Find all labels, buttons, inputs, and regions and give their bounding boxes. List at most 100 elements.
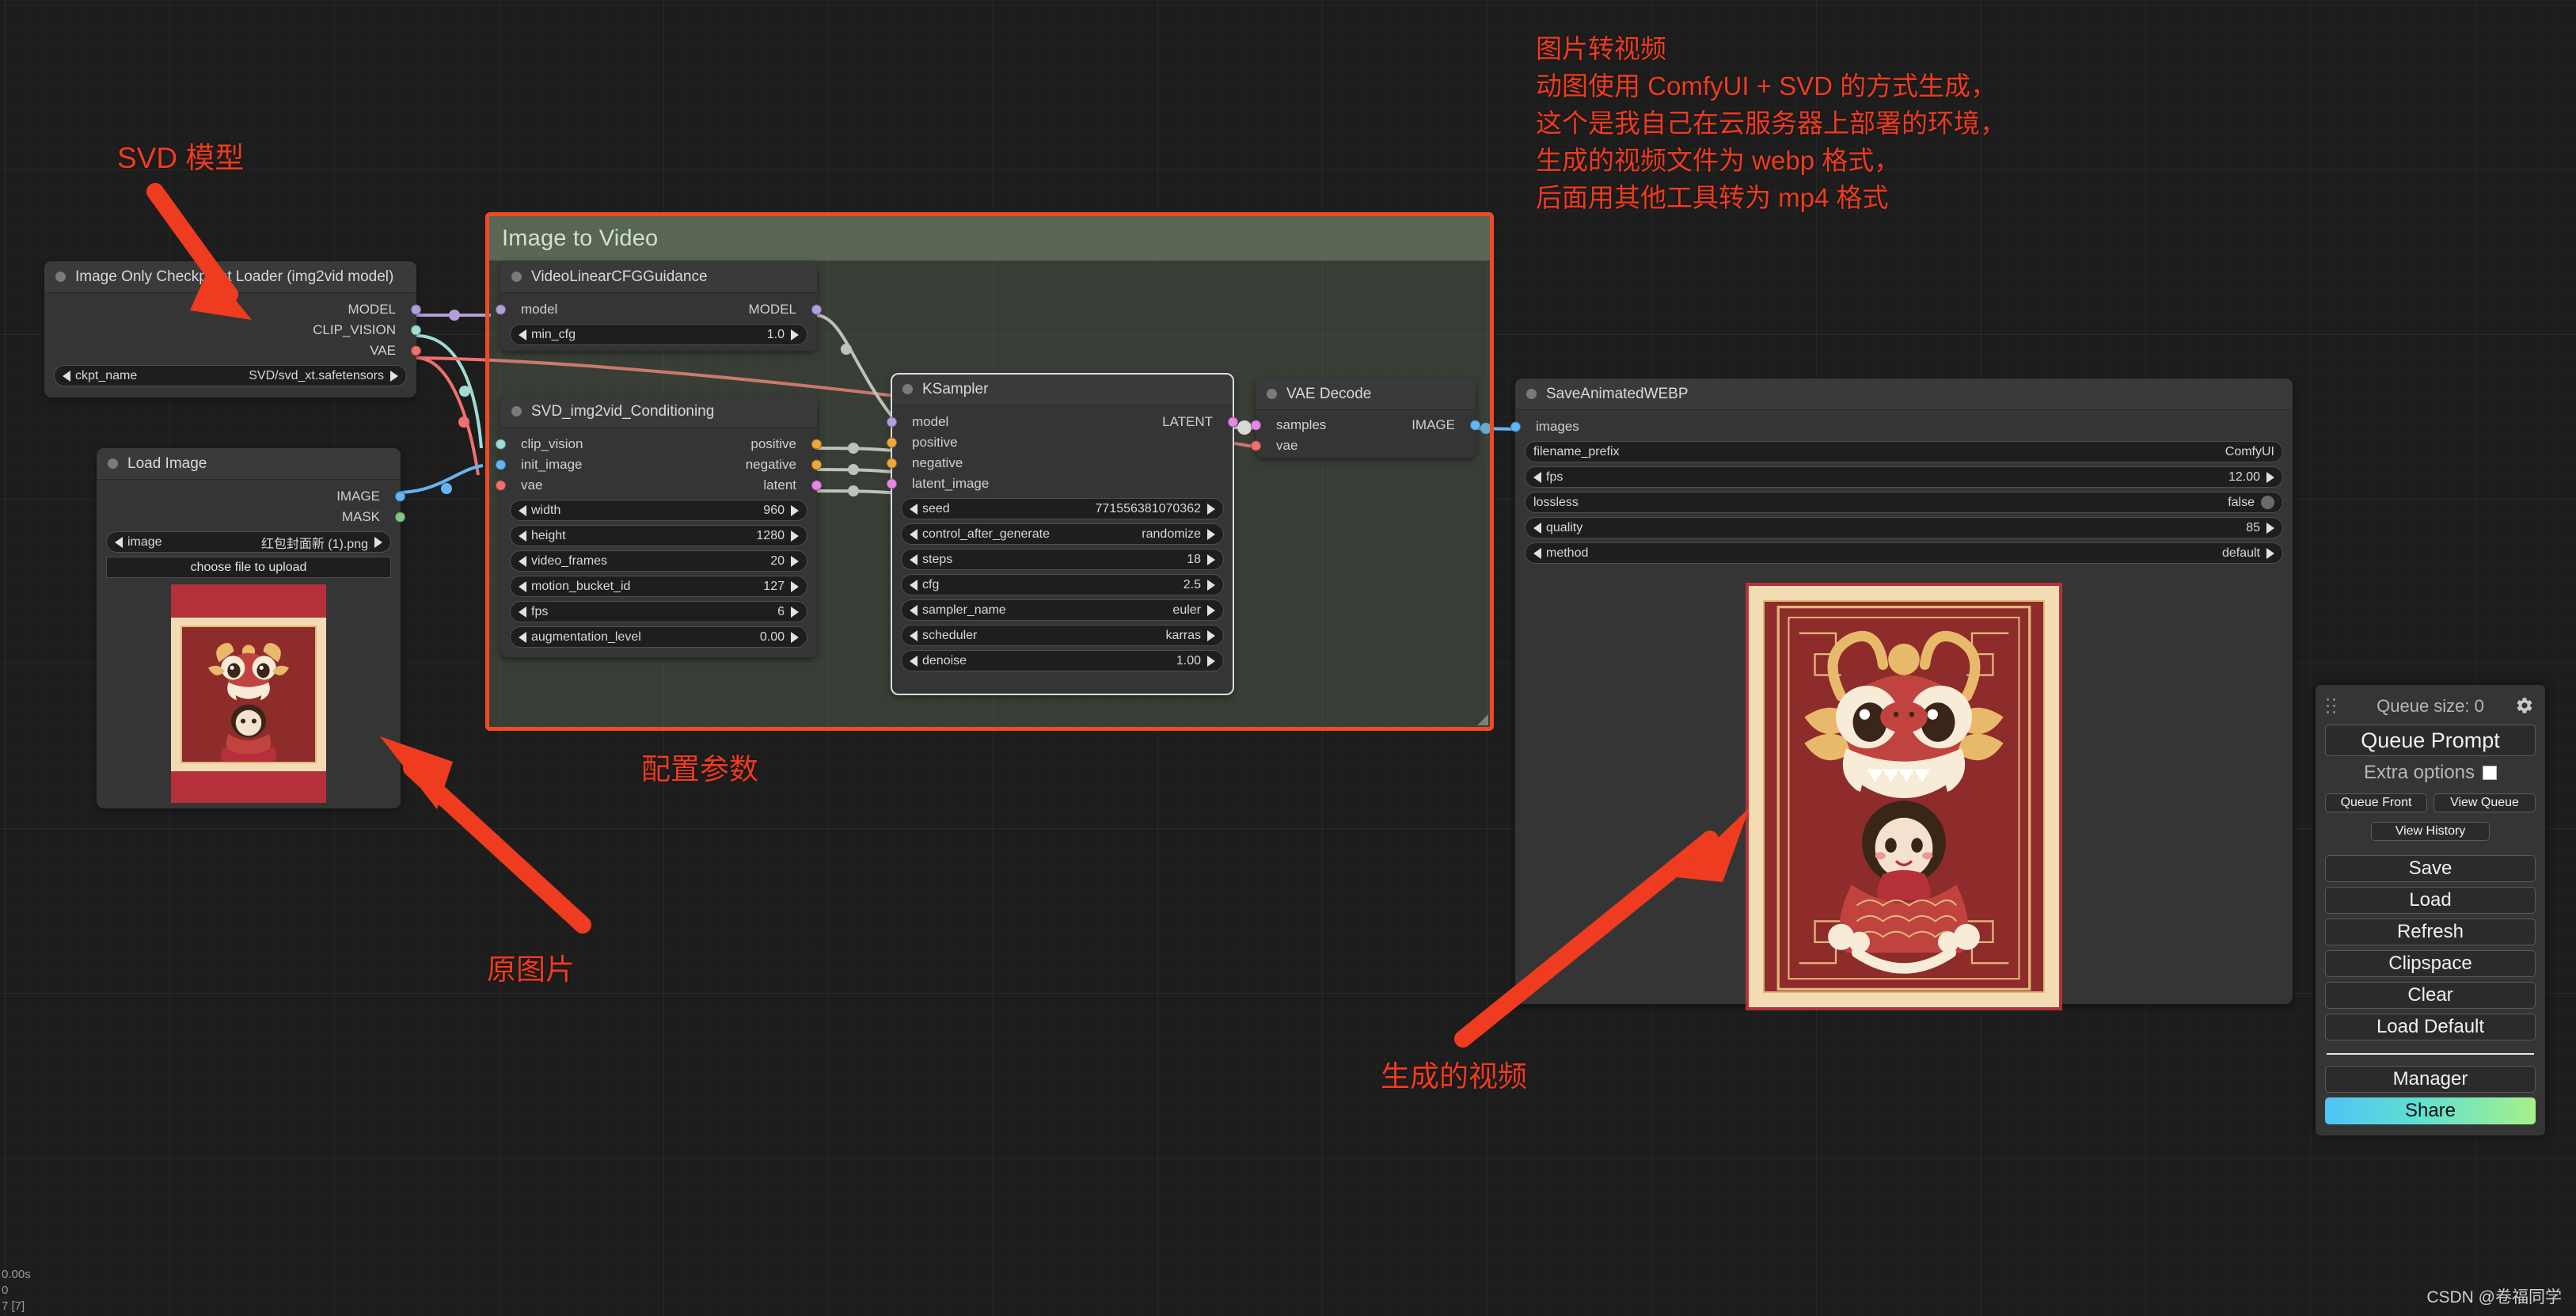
arrow-right-icon[interactable]	[2266, 522, 2274, 534]
node-title-bar[interactable]: SaveAnimatedWEBP	[1515, 378, 2293, 410]
slot-dot-icon[interactable]	[1228, 416, 1238, 428]
arrow-right-icon[interactable]	[390, 370, 398, 382]
widget-augmentation-level[interactable]: augmentation_level 0.00	[510, 626, 807, 648]
arrow-right-icon[interactable]	[791, 606, 799, 618]
clear-button[interactable]: Clear	[2325, 982, 2536, 1009]
node-title-bar[interactable]: VAE Decode	[1256, 378, 1476, 410]
input-slot-positive[interactable]: positive	[887, 432, 1233, 453]
manager-button[interactable]: Manager	[2325, 1066, 2536, 1093]
arrow-right-icon[interactable]	[791, 631, 799, 643]
slot-row-model-latent[interactable]: model LATENT	[887, 412, 1238, 432]
extra-options-checkbox[interactable]	[2483, 766, 2498, 780]
node-title-bar[interactable]: Image Only Checkpoint Loader (img2vid mo…	[44, 261, 416, 293]
widget-method[interactable]: method default	[1525, 542, 2283, 564]
collapse-dot-icon[interactable]	[1526, 389, 1537, 399]
node-video-linear-cfg-guidance[interactable]: VideoLinearCFGGuidance model MODEL min_c…	[496, 261, 822, 351]
collapse-dot-icon[interactable]	[511, 406, 522, 416]
arrow-left-icon[interactable]	[910, 528, 918, 540]
arrow-left-icon[interactable]	[910, 629, 918, 641]
extra-options-row[interactable]: Extra options	[2325, 762, 2536, 784]
arrow-left-icon[interactable]	[519, 606, 526, 618]
node-image-only-checkpoint-loader[interactable]: Image Only Checkpoint Loader (img2vid mo…	[44, 261, 421, 397]
collapse-dot-icon[interactable]	[511, 272, 522, 282]
refresh-button[interactable]: Refresh	[2325, 919, 2536, 945]
arrow-left-icon[interactable]	[910, 655, 918, 667]
widget-quality[interactable]: quality 85	[1525, 517, 2283, 538]
widget-control-after-generate[interactable]: control_after_generate randomize	[901, 523, 1224, 545]
arrow-left-icon[interactable]	[519, 631, 526, 643]
widget-steps[interactable]: steps 18	[901, 549, 1224, 570]
slot-dot-icon[interactable]	[496, 459, 506, 470]
widget-scheduler[interactable]: scheduler karras	[901, 625, 1224, 646]
slot-dot-icon[interactable]	[411, 304, 421, 315]
output-slot-image[interactable]: IMAGE	[97, 486, 405, 507]
widget-denoise[interactable]: denoise 1.00	[901, 650, 1224, 671]
arrow-left-icon[interactable]	[910, 553, 918, 565]
arrow-left-icon[interactable]	[1533, 471, 1541, 483]
node-ksampler[interactable]: KSampler model LATENT positive negative …	[887, 373, 1238, 695]
widget-height[interactable]: height 1280	[510, 525, 807, 546]
slot-dot-icon[interactable]	[1510, 421, 1521, 432]
view-history-button[interactable]: View History	[2371, 822, 2490, 841]
arrow-left-icon[interactable]	[115, 536, 123, 548]
widget-lossless[interactable]: lossless false	[1525, 492, 2283, 513]
view-queue-button[interactable]: View Queue	[2434, 793, 2536, 812]
arrow-left-icon[interactable]	[519, 504, 526, 516]
choose-file-to-upload-button[interactable]: choose file to upload	[106, 557, 391, 578]
arrow-left-icon[interactable]	[910, 579, 918, 591]
slot-dot-icon[interactable]	[1470, 420, 1480, 431]
arrow-left-icon[interactable]	[63, 370, 70, 382]
widget-webp-fps[interactable]: fps 12.00	[1525, 466, 2283, 488]
node-load-image[interactable]: Load Image IMAGE MASK image 红包封面新 (1).pn…	[97, 448, 405, 808]
slot-dot-icon[interactable]	[395, 512, 405, 523]
arrow-left-icon[interactable]	[519, 329, 526, 340]
slot-dot-icon[interactable]	[411, 345, 421, 356]
widget-filename-prefix[interactable]: filename_prefix ComfyUI	[1525, 441, 2283, 462]
widget-fps[interactable]: fps 6	[510, 601, 807, 622]
slot-row-clip-vision-positive[interactable]: clip_vision positive	[496, 434, 822, 455]
slot-dot-icon[interactable]	[811, 304, 822, 315]
collapse-dot-icon[interactable]	[108, 458, 118, 469]
arrow-right-icon[interactable]	[1207, 579, 1215, 591]
slot-dot-icon[interactable]	[887, 416, 897, 428]
arrow-right-icon[interactable]	[1207, 553, 1215, 565]
group-resize-handle[interactable]	[1477, 714, 1488, 725]
arrow-right-icon[interactable]	[1207, 655, 1215, 667]
drag-handle-icon[interactable]	[2327, 698, 2339, 714]
widget-cfg[interactable]: cfg 2.5	[901, 574, 1224, 595]
load-default-button[interactable]: Load Default	[2325, 1014, 2536, 1040]
arrow-right-icon[interactable]	[1207, 604, 1215, 616]
arrow-right-icon[interactable]	[1207, 528, 1215, 540]
slot-dot-icon[interactable]	[887, 458, 897, 469]
widget-width[interactable]: width 960	[510, 500, 807, 521]
arrow-right-icon[interactable]	[374, 536, 382, 548]
arrow-left-icon[interactable]	[519, 580, 526, 592]
comfyui-canvas[interactable]: Image to Video Image Only Checkpoint Loa…	[0, 0, 2576, 1316]
output-slot-model[interactable]: MODEL	[44, 299, 421, 320]
input-slot-images[interactable]: images	[1510, 416, 2293, 437]
slot-row-init-image-negative[interactable]: init_image negative	[496, 455, 822, 475]
slot-dot-icon[interactable]	[1251, 420, 1261, 431]
slot-row-samples-image[interactable]: samples IMAGE	[1251, 415, 1480, 435]
output-slot-clip-vision[interactable]: CLIP_VISION	[44, 320, 421, 340]
input-slot-latent-image[interactable]: latent_image	[887, 474, 1233, 494]
arrow-right-icon[interactable]	[2266, 471, 2274, 483]
queue-prompt-button[interactable]: Queue Prompt	[2325, 725, 2536, 756]
arrow-right-icon[interactable]	[791, 555, 799, 567]
widget-motion-bucket-id[interactable]: motion_bucket_id 127	[510, 576, 807, 597]
save-button[interactable]: Save	[2325, 855, 2536, 882]
arrow-right-icon[interactable]	[2266, 547, 2274, 559]
node-vae-decode[interactable]: VAE Decode samples IMAGE vae	[1251, 378, 1480, 458]
arrow-left-icon[interactable]	[519, 555, 526, 567]
arrow-right-icon[interactable]	[791, 504, 799, 516]
arrow-left-icon[interactable]	[910, 503, 918, 515]
arrow-right-icon[interactable]	[791, 530, 799, 542]
slot-dot-icon[interactable]	[887, 437, 897, 448]
node-title-bar[interactable]: KSampler	[891, 374, 1233, 405]
collapse-dot-icon[interactable]	[1267, 389, 1277, 399]
queue-menu-panel[interactable]: Queue size: 0 Queue Prompt Extra options…	[2316, 685, 2545, 1135]
image-thumbnail[interactable]	[97, 584, 401, 803]
queue-front-button[interactable]: Queue Front	[2325, 793, 2427, 812]
slot-row-model[interactable]: model MODEL	[496, 299, 822, 320]
output-slot-mask[interactable]: MASK	[97, 507, 405, 527]
